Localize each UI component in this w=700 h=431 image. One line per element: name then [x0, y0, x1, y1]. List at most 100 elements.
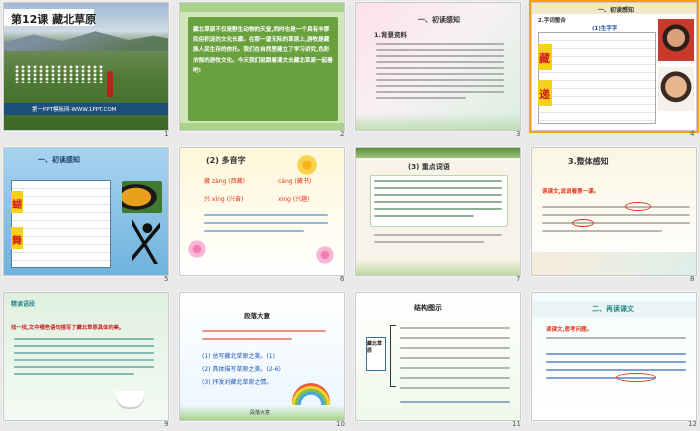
text-line — [546, 369, 686, 371]
summary-item-2: (2) 具体描写草原之美。(2-6) — [202, 366, 281, 373]
section-heading: 一、初读感知 — [418, 16, 460, 24]
text-line — [400, 387, 510, 389]
text-line — [376, 91, 504, 93]
polyphone-1b: cáng (藏书) — [278, 178, 312, 185]
slide-number: 2 — [340, 130, 345, 138]
slide-thumbnail-5[interactable]: 一、初读感知 蝴 舞 — [3, 147, 169, 276]
text-line — [374, 194, 502, 196]
section-heading: 3.整体感知 — [568, 157, 609, 166]
text-line — [400, 377, 510, 379]
slide-thumbnail-7[interactable]: (3) 重点词语 — [355, 147, 521, 276]
text-line — [376, 73, 504, 75]
polyphone-2b: xìng (兴趣) — [278, 196, 310, 203]
text-line — [14, 345, 154, 347]
slide-thumbnail-1[interactable]: 第12课 藏北草原 第一PPT模板网-WWW.1PPT.COM — [3, 2, 169, 131]
text-line — [542, 230, 662, 232]
section-heading: 一、初读感知 — [38, 156, 80, 164]
oval-highlight — [572, 219, 594, 227]
slide-thumbnail-11[interactable]: 结构图示 藏北草原 — [355, 292, 521, 421]
butterfly-photo — [122, 181, 162, 213]
text-line — [374, 180, 502, 182]
slide-thumbnail-9[interactable]: 精读语段 找一找,文中哪些语句描写了藏北草原具体的美。 — [3, 292, 169, 421]
section-heading: 精读语段 — [11, 301, 36, 308]
text-line — [14, 366, 154, 368]
slide-number: 12 — [688, 420, 697, 428]
section-heading: (3) 重点词语 — [408, 163, 450, 171]
section-heading: 一、初读感知 — [598, 7, 635, 14]
slide-number: 8 — [690, 275, 695, 283]
slide-thumbnail-12[interactable]: 二、再读课文 读课文,思考问题。 — [531, 292, 697, 421]
text-line — [374, 215, 474, 217]
footer-label: 段落大意 — [250, 410, 271, 416]
sheep-dots — [14, 65, 104, 83]
slide-number: 7 — [516, 275, 521, 283]
text-line — [400, 357, 510, 359]
slide-thumbnail-6[interactable]: (2) 多音字 藏 zàng (西藏) cáng (藏书) 兴 xīng (兴奋… — [179, 147, 345, 276]
text-line — [400, 367, 510, 369]
text-line — [374, 187, 502, 189]
branch-decoration — [356, 148, 520, 158]
task-text: 读课文,说说看第一课。 — [542, 189, 600, 195]
text-line — [542, 206, 690, 208]
sub-heading: 2.字词整合 — [538, 18, 566, 24]
slide-thumbnail-8[interactable]: 3.整体感知 读课文,说说看第一课。 — [531, 147, 697, 276]
text-line — [376, 43, 504, 45]
footer-text: 第一PPT模板网-WWW.1PPT.COM — [32, 107, 117, 113]
text-line — [400, 337, 510, 339]
slide-thumbnail-10[interactable]: 段落大意 (1) 总写藏北草原之美。(1) (2) 具体描写草原之美。(2-6)… — [179, 292, 345, 421]
text-line — [542, 222, 690, 224]
text-line — [202, 338, 292, 340]
text-line — [14, 359, 154, 361]
slide-thumbnail-4[interactable]: 一、初读感知 2.字词整合 (1)生字字 藏 递 — [529, 0, 699, 133]
brace-line — [390, 325, 396, 387]
slide-number: 1 — [164, 130, 169, 138]
section-heading: (2) 多音字 — [206, 156, 246, 165]
slide-number: 3 — [516, 130, 521, 138]
text-line — [376, 67, 504, 69]
section-heading: 二、再读课文 — [592, 305, 634, 313]
text-line — [546, 361, 686, 363]
tibetan-girl-photo — [658, 19, 694, 61]
grass-decoration — [356, 113, 520, 130]
section-heading: 段落大意 — [244, 312, 270, 320]
text-line — [14, 352, 154, 354]
slide-thumbnail-3[interactable]: 一、初读感知 1.背景资料 — [355, 2, 521, 131]
teacup-icon — [116, 391, 144, 407]
text-line — [376, 55, 504, 57]
sub-heading: 1.背景资料 — [374, 31, 407, 39]
bottom-stripe — [180, 123, 344, 130]
task-text: 读课文,思考问题。 — [546, 327, 593, 333]
column-heading: (1)生字字 — [592, 26, 618, 32]
top-stripe — [180, 3, 344, 12]
text-line — [376, 79, 504, 81]
section-heading: 结构图示 — [414, 304, 442, 312]
text-line — [400, 401, 510, 403]
polyphone-2a: 兴 xīng (兴奋) — [204, 196, 244, 203]
girl-covering-face-photo — [658, 67, 694, 111]
polyphone-1a: 藏 zàng (西藏) — [204, 178, 245, 185]
vocab-table — [11, 180, 111, 268]
character-wu: 舞 — [12, 236, 22, 247]
text-line — [546, 337, 686, 339]
text-line — [376, 49, 504, 51]
rainbow-icon — [292, 383, 330, 405]
text-line — [374, 234, 502, 236]
summary-item-1: (1) 总写藏北草原之美。(1) — [202, 353, 275, 360]
text-line — [202, 330, 326, 332]
text-line — [14, 373, 134, 375]
flower-icon — [312, 242, 338, 268]
text-line — [374, 208, 502, 210]
text-line — [204, 222, 328, 224]
watercolor-decoration — [532, 252, 696, 275]
vocab-table — [538, 32, 656, 124]
slide-thumbnail-2[interactable]: 藏北草原不仅是野生动物的天堂,同时也是一个具有丰厚民俗积淀的文化长廊。在那一望无… — [179, 2, 345, 131]
character-di: 递 — [539, 88, 550, 101]
text-line — [542, 214, 690, 216]
text-line — [400, 347, 510, 349]
slide-number: 4 — [690, 130, 695, 138]
oval-highlight — [625, 202, 651, 211]
text-line — [374, 201, 502, 203]
intro-paragraph: 藏北草原不仅是野生动物的天堂,同时也是一个具有丰厚民俗积淀的文化长廊。在那一望无… — [193, 27, 333, 74]
slide-number: 11 — [512, 420, 521, 428]
grass-decoration — [356, 260, 520, 275]
